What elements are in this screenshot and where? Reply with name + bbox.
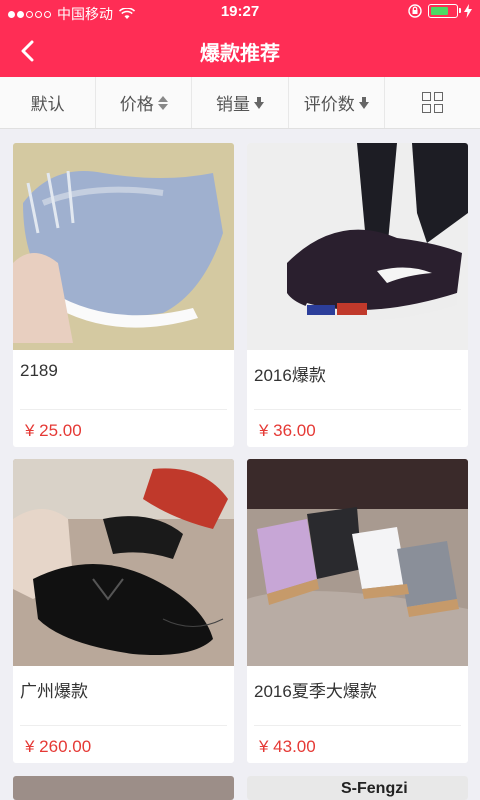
sort-label: 评价数 — [303, 95, 355, 114]
charging-icon — [464, 4, 472, 18]
sort-label: 价格 — [119, 95, 154, 114]
product-image[interactable] — [247, 459, 468, 666]
sort-down-icon — [254, 96, 264, 109]
sort-bar: 默认 价格 销量 评价数 — [0, 77, 480, 129]
product-card[interactable] — [13, 776, 234, 800]
product-price: ¥ 25.00 — [25, 421, 82, 440]
product-card[interactable]: 2189 ¥ 25.00 — [13, 143, 234, 447]
product-name: 2016夏季大爆款 — [254, 682, 377, 701]
grid-layout-icon — [421, 92, 443, 113]
sort-both-icon — [157, 95, 168, 110]
sort-default[interactable]: 默认 — [0, 77, 97, 128]
product-card[interactable]: 广州爆款 ¥ 260.00 — [13, 459, 234, 763]
sort-sales[interactable]: 销量 — [192, 77, 289, 128]
brand-text: S-Fengzi — [341, 780, 408, 797]
product-image[interactable] — [13, 143, 234, 350]
rotation-lock-icon — [408, 4, 422, 18]
product-price: ¥ 36.00 — [259, 421, 316, 440]
layout-toggle-button[interactable] — [385, 77, 480, 128]
page-title: 爆款推荐 — [200, 43, 280, 65]
product-card[interactable]: S-Fengzi — [247, 776, 468, 800]
product-card[interactable]: 2016夏季大爆款 ¥ 43.00 — [247, 459, 468, 763]
sort-label: 默认 — [30, 95, 65, 114]
sort-label: 销量 — [216, 95, 250, 114]
status-bar: 中国移动 19:27 — [0, 0, 480, 24]
product-name: 2189 — [20, 361, 58, 380]
sort-price[interactable]: 价格 — [96, 77, 193, 128]
product-image[interactable] — [13, 459, 234, 666]
product-image[interactable] — [13, 776, 234, 800]
product-price: ¥ 260.00 — [25, 737, 92, 756]
product-image[interactable] — [247, 143, 468, 350]
product-card[interactable]: 2016爆款 ¥ 36.00 — [247, 143, 468, 447]
product-price: ¥ 43.00 — [259, 737, 316, 756]
sort-down-icon — [358, 96, 369, 109]
battery-icon — [428, 4, 461, 18]
nav-bar: 爆款推荐 — [0, 24, 480, 77]
product-name: 2016爆款 — [254, 366, 326, 385]
sort-reviews[interactable]: 评价数 — [289, 77, 385, 128]
product-image[interactable]: S-Fengzi — [247, 776, 468, 800]
product-name: 广州爆款 — [20, 682, 88, 701]
